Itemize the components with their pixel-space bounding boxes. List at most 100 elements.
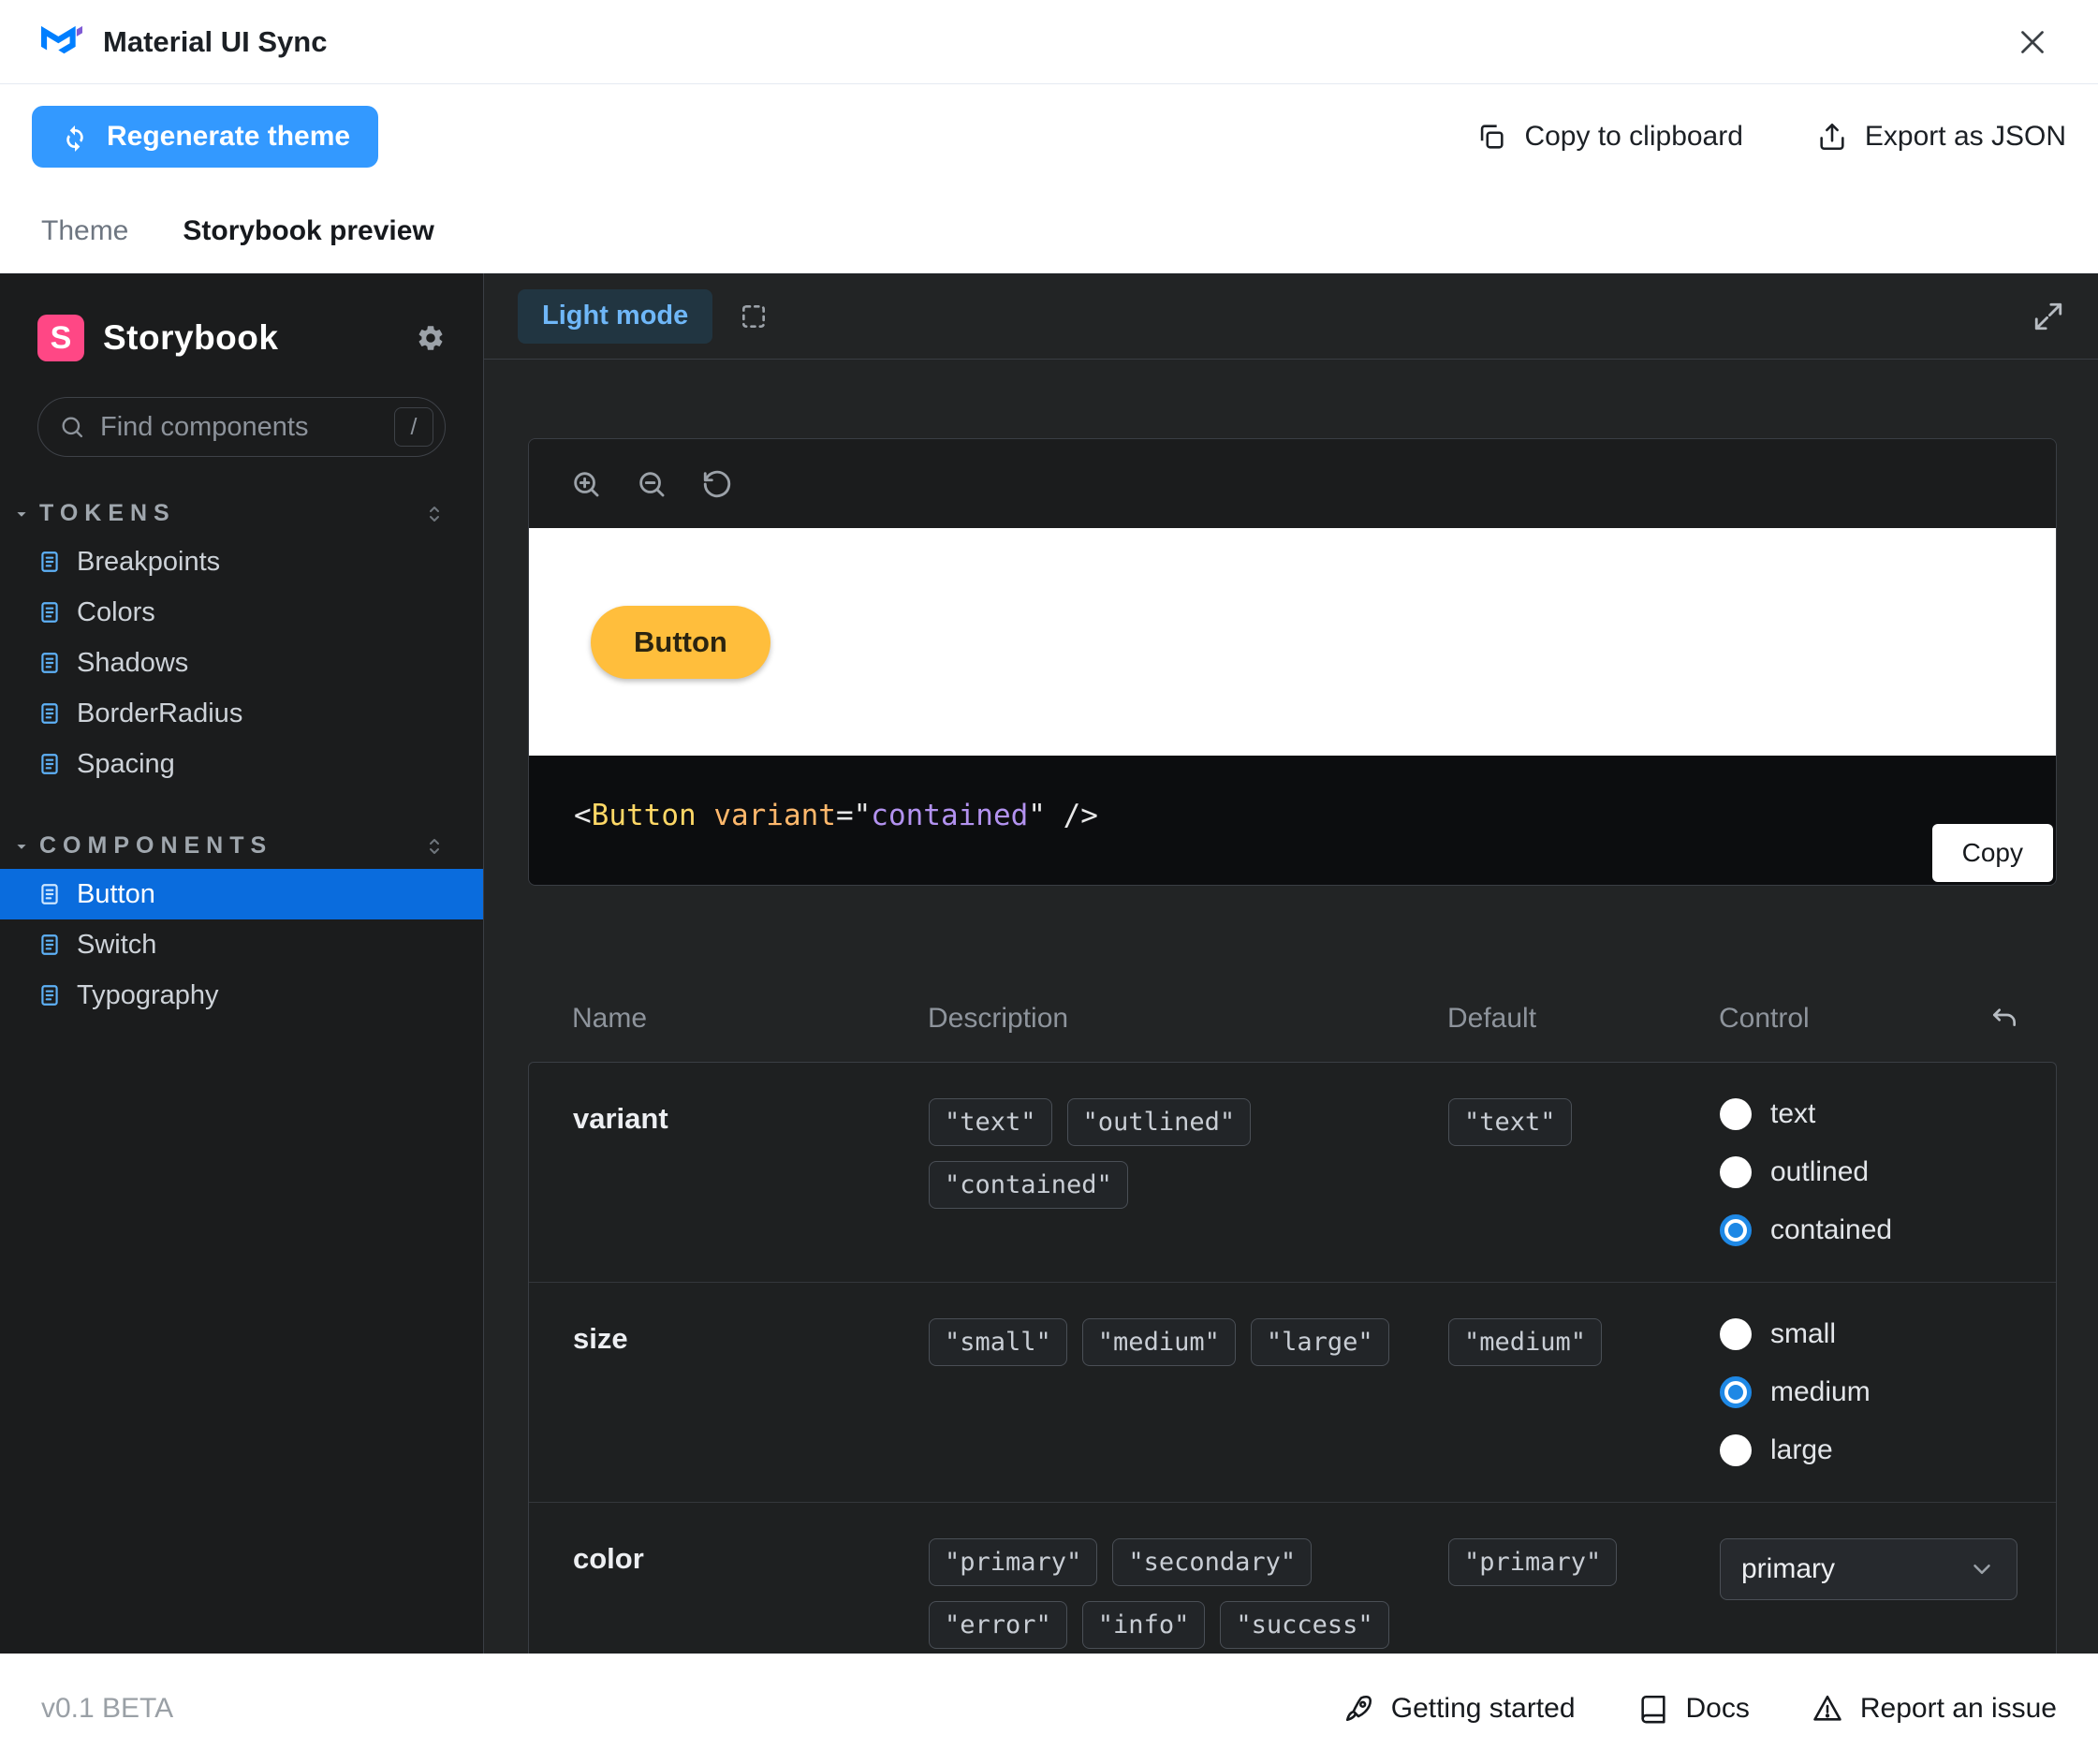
prop-description: "small" "medium" "large" [929,1318,1448,1466]
close-icon[interactable] [2008,18,2057,66]
radio-label: large [1770,1434,1833,1466]
document-icon [37,651,62,675]
document-icon [37,933,62,957]
code-punct: " /> [1028,799,1098,832]
getting-started-label: Getting started [1391,1693,1576,1725]
prop-description: "text" "outlined" "contained" [929,1098,1448,1246]
copy-code-button[interactable]: Copy [1932,824,2053,882]
docs-link[interactable]: Docs [1637,1693,1750,1725]
document-icon [37,600,62,625]
chevron-down-icon [1968,1555,1996,1583]
sidebar-item-label: Spacing [77,749,175,780]
report-issue-link[interactable]: Report an issue [1812,1693,2057,1725]
sidebar-item-shadows[interactable]: Shadows [0,638,483,688]
radio-label: outlined [1770,1156,1869,1188]
default-badge: "text" [1448,1098,1572,1146]
section-header-components[interactable]: COMPONENTS [0,832,483,860]
sidebar-item-label: Switch [77,930,156,961]
prop-row-variant: variant "text" "outlined" "contained" "t… [529,1063,2056,1282]
sidebar-item-switch[interactable]: Switch [0,919,483,970]
export-as-json-button[interactable]: Export as JSON [1816,121,2066,153]
radio-icon [1720,1318,1752,1350]
caret-down-icon [11,836,32,857]
radio-selected-icon [1720,1214,1752,1246]
sidebar-item-spacing[interactable]: Spacing [0,739,483,789]
col-header-name: Name [572,1003,928,1035]
col-header-default: Default [1447,1003,1719,1035]
storybook-brand-name: Storybook [103,318,278,358]
search-input[interactable] [98,411,381,444]
story-preview-card: Button <Button variant="contained" />Cop… [528,438,2057,886]
reset-controls-icon[interactable] [1989,1004,2019,1034]
col-header-description: Description [928,1003,1447,1035]
warning-triangle-icon [1812,1693,1843,1725]
section-label-tokens: TOKENS [39,500,176,527]
collapse-all-icon[interactable] [423,503,446,525]
document-icon [37,550,62,574]
sidebar-item-typography[interactable]: Typography [0,970,483,1021]
color-select[interactable]: primary [1720,1538,2017,1600]
radio-option-text[interactable]: text [1720,1098,2056,1130]
code-punct: < [574,799,592,832]
sidebar-item-colors[interactable]: Colors [0,587,483,638]
radio-option-medium[interactable]: medium [1720,1376,2056,1408]
value-badge: "text" [929,1098,1052,1146]
sidebar-item-label: Shadows [77,648,188,679]
material-ui-sync-window: Material UI Sync Regenerate theme [0,0,2098,1764]
props-table-header: Name Description Default Control [528,976,2057,1062]
export-icon [1816,121,1848,153]
sidebar-item-breakpoints[interactable]: Breakpoints [0,537,483,587]
regenerate-theme-button[interactable]: Regenerate theme [32,106,378,168]
copy-to-clipboard-button[interactable]: Copy to clipboard [1475,121,1742,153]
sidebar-item-label: Typography [77,980,219,1011]
mui-logo-icon [41,23,82,61]
default-badge: "medium" [1448,1318,1602,1366]
getting-started-link[interactable]: Getting started [1342,1693,1576,1725]
reset-zoom-icon[interactable] [701,468,733,500]
radio-option-outlined[interactable]: outlined [1720,1156,2056,1188]
radio-label: text [1770,1098,1815,1130]
prop-name: color [573,1538,929,1654]
value-badge: "large" [1251,1318,1389,1366]
component-search[interactable]: / [37,397,446,457]
radio-option-small[interactable]: small [1720,1318,2056,1350]
prop-default: "primary" [1448,1538,1720,1654]
tab-storybook-preview[interactable]: Storybook preview [183,215,433,247]
sidebar-item-borderradius[interactable]: BorderRadius [0,688,483,739]
radio-icon [1720,1156,1752,1188]
radio-option-contained[interactable]: contained [1720,1214,2056,1246]
export-as-json-label: Export as JSON [1865,121,2066,153]
plugin-footer: v0.1 BETA Getting started [0,1654,2098,1764]
value-badge: "primary" [929,1538,1097,1586]
document-icon [37,752,62,776]
color-select-value: primary [1741,1553,1835,1585]
copy-to-clipboard-label: Copy to clipboard [1524,121,1742,153]
radio-icon [1720,1098,1752,1130]
document-icon [37,701,62,726]
size-radio-group: small medium large [1720,1318,2056,1466]
story-viewport: Button [529,528,2056,756]
book-icon [1637,1693,1669,1725]
search-shortcut-key: / [394,407,433,447]
fullscreen-icon[interactable] [2032,301,2064,332]
light-mode-toggle[interactable]: Light mode [518,289,712,344]
zoom-in-icon[interactable] [570,468,602,500]
tab-theme[interactable]: Theme [41,215,128,247]
prop-default: "text" [1448,1098,1720,1246]
rendered-mui-button[interactable]: Button [591,606,770,679]
zoom-out-icon[interactable] [636,468,668,500]
view-tabs: Theme Storybook preview [0,189,2098,273]
search-icon [59,414,85,440]
value-badge: "outlined" [1067,1098,1252,1146]
toolbar-right: Copy to clipboard Export as JSON [1475,121,2066,153]
outline-toggle-icon[interactable] [739,301,769,331]
document-icon [37,882,62,906]
section-header-tokens[interactable]: TOKENS [0,500,483,527]
collapse-all-icon[interactable] [423,835,446,858]
gear-icon[interactable] [416,323,446,353]
window-header: Material UI Sync [0,0,2098,84]
code-string: contained [871,799,1028,832]
code-attr: variant [697,799,836,832]
sidebar-item-button[interactable]: Button [0,869,483,919]
radio-option-large[interactable]: large [1720,1434,2056,1466]
